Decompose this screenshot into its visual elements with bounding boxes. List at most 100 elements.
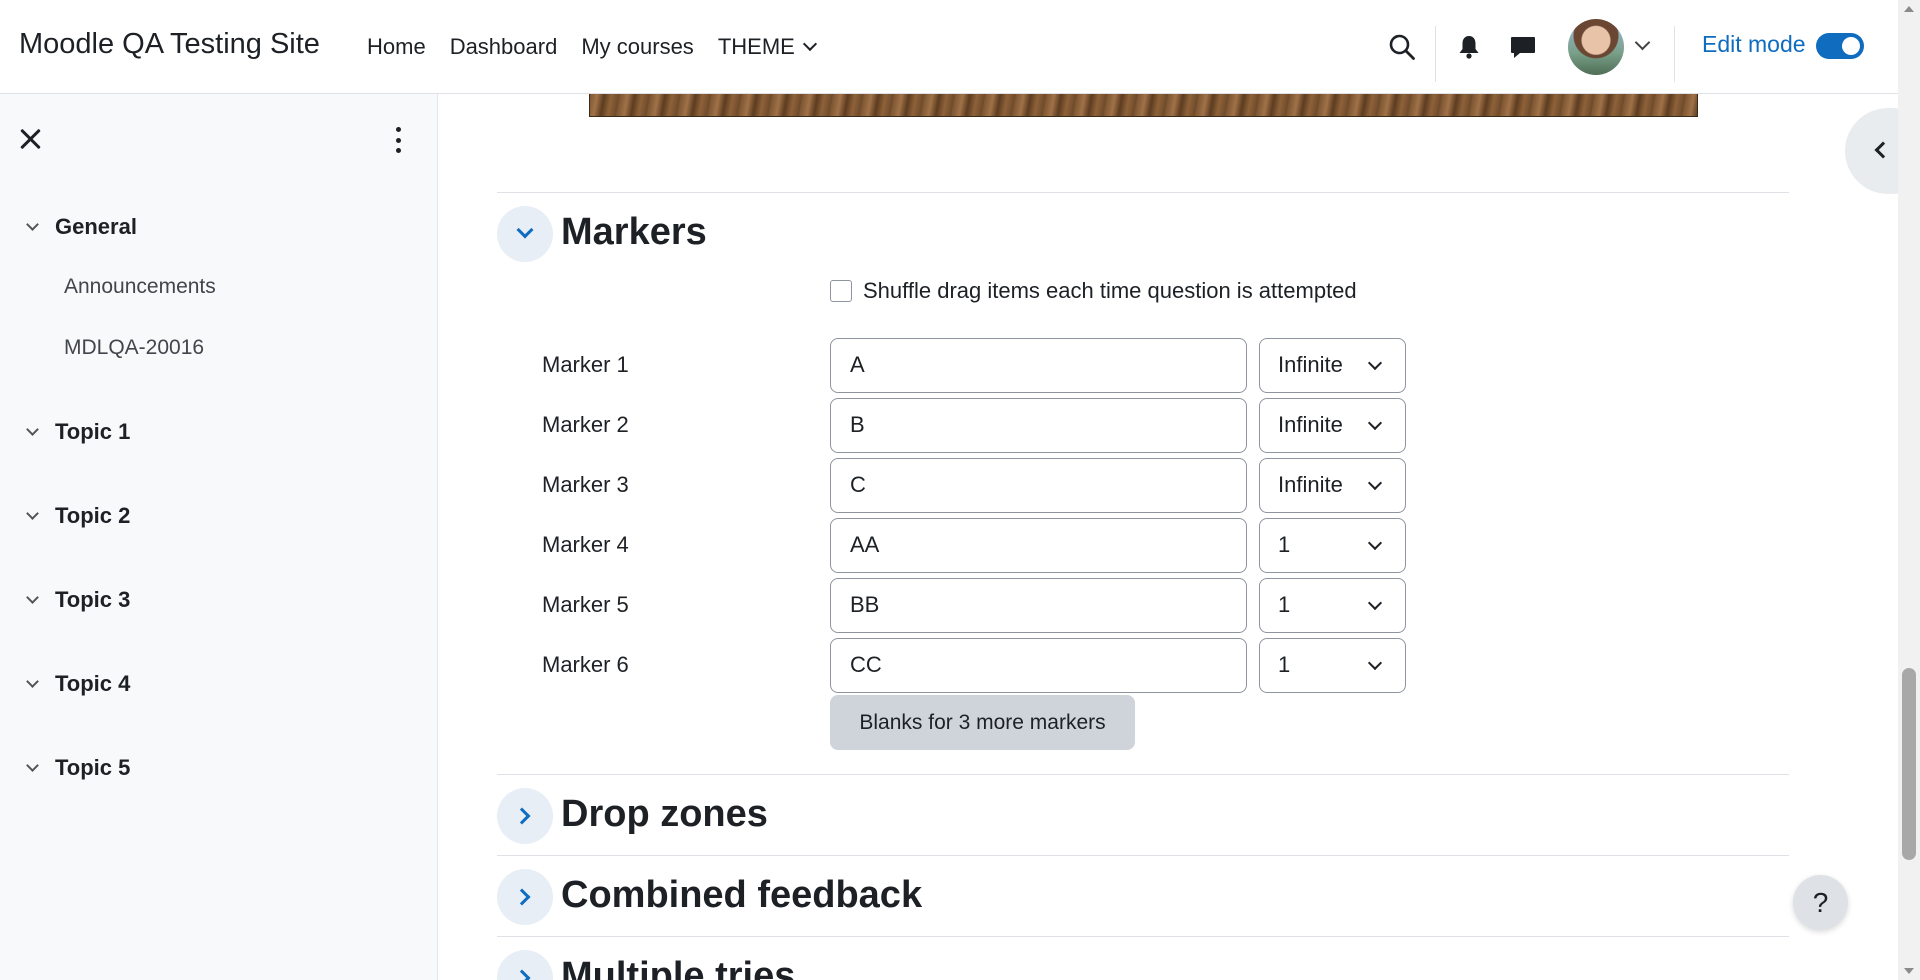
chevron-down-icon [1367, 595, 1383, 611]
marker-count-select[interactable]: 1 [1259, 638, 1406, 693]
nav-theme-dropdown[interactable]: THEME [706, 32, 827, 62]
course-section-topic-5[interactable]: Topic 5 [26, 755, 130, 781]
marker-count-select[interactable]: 1 [1259, 578, 1406, 633]
shuffle-option[interactable]: Shuffle drag items each time question is… [830, 278, 1357, 304]
marker-text-input[interactable]: C [830, 458, 1247, 513]
chevron-down-icon[interactable] [26, 591, 39, 604]
edit-mode-toggle[interactable] [1816, 33, 1864, 59]
edit-mode-label[interactable]: Edit mode [1702, 31, 1806, 58]
chat-icon[interactable] [1509, 34, 1537, 60]
chevron-right-icon [513, 807, 531, 825]
section-label[interactable]: Topic 1 [55, 419, 130, 445]
multiple-tries-heading[interactable]: Multiple tries [561, 955, 795, 980]
chevron-down-icon [1367, 355, 1383, 371]
nav-dashboard[interactable]: Dashboard [438, 32, 570, 62]
markers-heading[interactable]: Markers [561, 211, 707, 254]
select-value: 1 [1278, 592, 1291, 617]
shuffle-checkbox[interactable] [830, 280, 852, 302]
course-section-topic-4[interactable]: Topic 4 [26, 671, 130, 697]
expand-combined-feedback-button[interactable] [497, 869, 553, 925]
expand-drop-zones-button[interactable] [497, 788, 553, 844]
marker-count-select[interactable]: Infinite [1259, 458, 1406, 513]
activity-mdlqa-20016[interactable]: MDLQA-20016 [64, 336, 204, 360]
nav-theme-label: THEME [717, 34, 795, 59]
chevron-down-icon [802, 36, 817, 52]
chevron-down-icon [1367, 655, 1383, 671]
chevron-left-icon [1874, 141, 1892, 159]
nav-dashboard-label: Dashboard [449, 34, 558, 59]
chevron-down-icon [1367, 535, 1383, 551]
course-section-general[interactable]: General [26, 214, 137, 240]
course-index-drawer: General Announcements MDLQA-20016 Topic … [0, 94, 438, 980]
primary-navigation: Home Dashboard My courses THEME [355, 32, 827, 62]
chevron-down-icon[interactable] [26, 675, 39, 688]
background-image-preview [589, 94, 1698, 117]
select-value: Infinite [1278, 412, 1343, 437]
drop-zones-heading[interactable]: Drop zones [561, 793, 768, 836]
chevron-down-icon[interactable] [26, 218, 39, 231]
add-blank-markers-button[interactable]: Blanks for 3 more markers [830, 695, 1135, 750]
marker-text-input[interactable]: B [830, 398, 1247, 453]
select-value: 1 [1278, 652, 1291, 677]
marker-label: Marker 5 [542, 592, 629, 617]
marker-count-select[interactable]: Infinite [1259, 338, 1406, 393]
scroll-down-icon[interactable] [1904, 968, 1914, 974]
course-section-topic-1[interactable]: Topic 1 [26, 419, 130, 445]
search-icon[interactable] [1388, 33, 1416, 61]
course-section-topic-2[interactable]: Topic 2 [26, 503, 130, 529]
chevron-down-icon [1367, 415, 1383, 431]
site-name[interactable]: Moodle QA Testing Site [19, 28, 320, 61]
marker-text-input[interactable]: CC [830, 638, 1247, 693]
section-label[interactable]: Topic 5 [55, 755, 130, 781]
section-label[interactable]: Topic 3 [55, 587, 130, 613]
section-divider [497, 774, 1789, 775]
section-label[interactable]: Topic 2 [55, 503, 130, 529]
combined-feedback-heading[interactable]: Combined feedback [561, 874, 922, 917]
marker-text-input[interactable]: AA [830, 518, 1247, 573]
nav-my-courses[interactable]: My courses [569, 32, 705, 62]
nav-home[interactable]: Home [355, 32, 438, 62]
marker-text-input[interactable]: A [830, 338, 1247, 393]
collapse-markers-button[interactable] [497, 206, 553, 262]
kebab-menu-icon[interactable] [393, 127, 403, 153]
page-scrollbar[interactable] [1898, 0, 1920, 980]
navbar-divider [1674, 26, 1675, 82]
chevron-down-icon[interactable] [26, 423, 39, 436]
close-icon[interactable] [19, 128, 41, 150]
bell-icon[interactable] [1456, 34, 1482, 60]
activity-announcements[interactable]: Announcements [64, 275, 216, 299]
shuffle-label[interactable]: Shuffle drag items each time question is… [863, 278, 1357, 304]
chevron-down-icon [1367, 475, 1383, 491]
marker-label: Marker 6 [542, 652, 629, 677]
select-value: Infinite [1278, 352, 1343, 377]
section-label[interactable]: General [55, 214, 137, 240]
chevron-down-icon[interactable] [26, 759, 39, 772]
nav-home-label: Home [367, 34, 426, 59]
marker-label: Marker 3 [542, 472, 629, 497]
navbar-divider [1435, 26, 1436, 82]
select-value: Infinite [1278, 472, 1343, 497]
marker-label: Marker 2 [542, 412, 629, 437]
chevron-down-icon [516, 221, 534, 239]
expand-multiple-tries-button[interactable] [497, 950, 553, 980]
section-divider [497, 936, 1789, 937]
marker-label: Marker 4 [542, 532, 629, 557]
section-divider [497, 855, 1789, 856]
scroll-up-icon[interactable] [1904, 6, 1914, 12]
help-button[interactable]: ? [1793, 875, 1848, 930]
marker-label: Marker 1 [542, 352, 629, 377]
nav-my-courses-label: My courses [581, 34, 694, 59]
select-value: 1 [1278, 532, 1291, 557]
section-label[interactable]: Topic 4 [55, 671, 130, 697]
chevron-down-icon[interactable] [1634, 34, 1651, 51]
section-divider [497, 192, 1789, 193]
course-section-topic-3[interactable]: Topic 3 [26, 587, 130, 613]
chevron-right-icon [513, 969, 531, 980]
marker-text-input[interactable]: BB [830, 578, 1247, 633]
marker-count-select[interactable]: Infinite [1259, 398, 1406, 453]
chevron-down-icon[interactable] [26, 507, 39, 520]
chevron-right-icon [513, 888, 531, 906]
avatar[interactable] [1568, 19, 1624, 75]
marker-count-select[interactable]: 1 [1259, 518, 1406, 573]
scrollbar-thumb[interactable] [1902, 668, 1916, 860]
